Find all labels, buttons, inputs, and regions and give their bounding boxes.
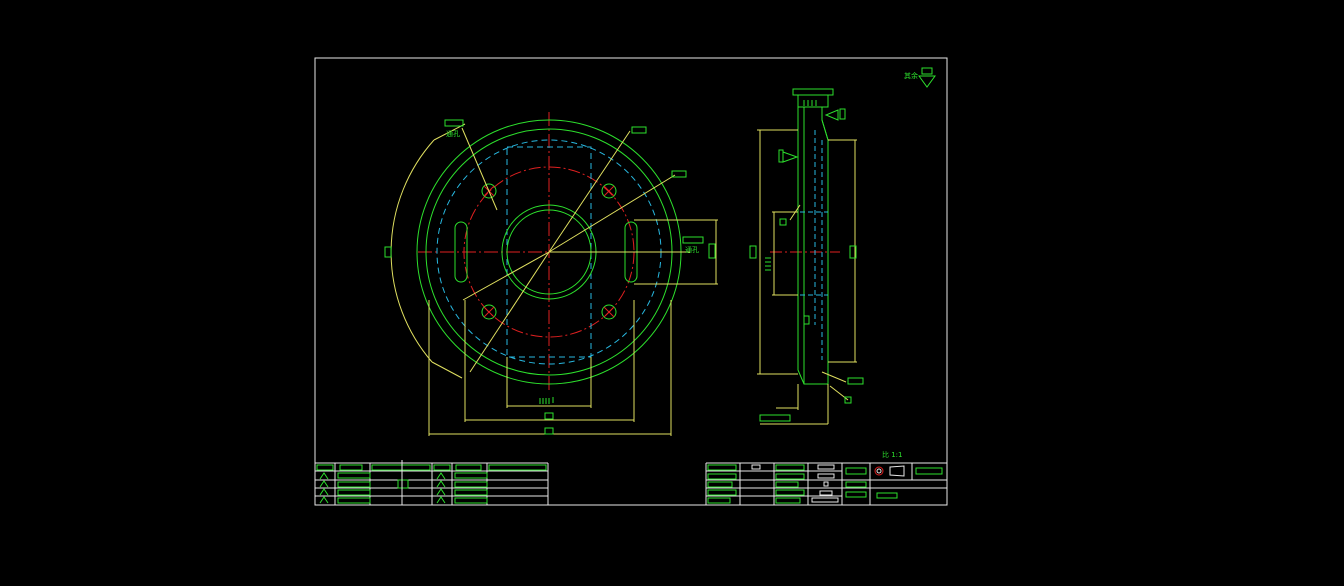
hole-note-top: 通孔 xyxy=(446,129,460,138)
projection-symbol xyxy=(874,465,905,477)
cad-drawing-canvas: 其余 通孔 通孔 比 1:1 xyxy=(314,57,948,506)
side-view xyxy=(749,88,864,425)
front-leader-lines xyxy=(461,127,690,373)
title-block-left xyxy=(315,462,549,505)
roughness-corner-label: 其余 xyxy=(904,71,918,80)
side-body-outline xyxy=(797,106,829,385)
scale-note: 比 1:1 xyxy=(882,450,903,459)
hole-note-right: 通孔 xyxy=(685,245,699,254)
front-view: 通孔 通孔 xyxy=(384,112,718,436)
front-outer-arc xyxy=(390,139,435,363)
roughness-symbol-corner: 其余 xyxy=(904,67,936,88)
